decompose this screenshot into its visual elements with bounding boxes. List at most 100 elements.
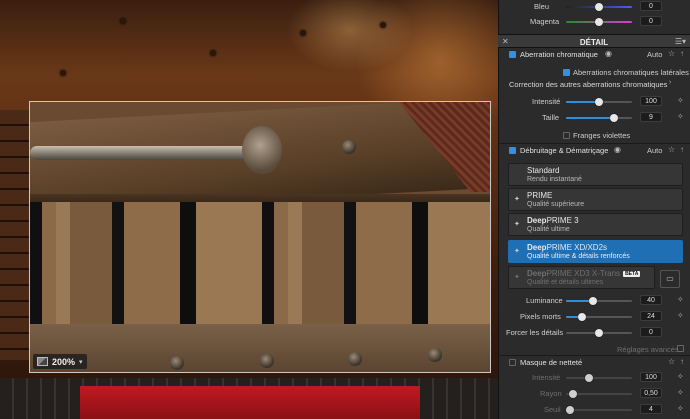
slider-knob[interactable]: [589, 297, 597, 305]
sparkle-icon: ✦: [514, 196, 520, 203]
star-icon[interactable]: ☆: [668, 357, 675, 366]
advanced-settings-label[interactable]: Réglages avancés: [617, 345, 679, 354]
magic-wand-icon[interactable]: ✧: [677, 311, 684, 320]
rivet: [60, 70, 66, 76]
denoise-option-prime[interactable]: ✦ PRIME Qualité supérieure: [508, 188, 683, 211]
reset-icon[interactable]: ↑: [680, 49, 684, 58]
slider-magenta[interactable]: [566, 18, 632, 26]
chevron-right-icon[interactable]: ›: [669, 79, 671, 86]
denoise-option-deepprime-xd[interactable]: ✦ DeepPRIME XD/XD2s Qualité ultime & dét…: [508, 240, 683, 263]
bottom-beam: [30, 324, 490, 372]
slider-knob[interactable]: [595, 18, 603, 26]
sparkle-icon: ✦: [514, 274, 520, 281]
chromatic-intensity-slider[interactable]: [566, 98, 632, 106]
chevron-down-icon[interactable]: ▾: [79, 358, 83, 366]
sharpness-threshold-value[interactable]: 4: [640, 404, 662, 414]
slider-label-bleu: Bleu: [534, 2, 550, 11]
background-bricks: [0, 110, 30, 360]
option-sub: Qualité supérieure: [527, 201, 585, 208]
sharpness-radius-value[interactable]: 0,50: [640, 388, 662, 398]
other-aberrations-label: Correction des autres aberrations chroma…: [509, 80, 668, 89]
slider-knob[interactable]: [566, 406, 574, 414]
chromatic-size-value[interactable]: 9: [640, 112, 662, 122]
bolt: [170, 356, 184, 370]
chromatic-intensity-value[interactable]: 100: [640, 96, 662, 106]
chromatic-title: Aberration chromatique: [520, 50, 598, 59]
luminance-slider[interactable]: [566, 297, 632, 305]
star-icon[interactable]: ☆: [668, 49, 675, 58]
magic-wand-icon[interactable]: ✧: [677, 404, 684, 413]
purple-fringe-checkbox[interactable]: [563, 132, 570, 139]
slider-knob[interactable]: [595, 329, 603, 337]
option-name: DeepPRIME XD3 X-Trans BETA: [527, 269, 641, 278]
force-details-label: Forcer les détails: [506, 328, 564, 337]
dead-pixels-slider[interactable]: [566, 313, 632, 321]
panel-title: DÉTAIL: [579, 38, 609, 47]
magic-wand-icon[interactable]: ✧: [677, 372, 684, 381]
chromatic-size-slider[interactable]: [566, 114, 632, 122]
sharpness-threshold-slider[interactable]: [566, 406, 632, 414]
lateral-label: Aberrations chromatiques latérales: [573, 68, 689, 77]
option-name: DeepPRIME XD/XD2s: [527, 243, 608, 252]
bolt: [260, 354, 274, 368]
luminance-label: Luminance: [526, 296, 563, 305]
divider: [498, 143, 690, 144]
slider-knob[interactable]: [610, 114, 618, 122]
zoom-control[interactable]: 200% ▾: [33, 354, 87, 369]
sparkle-icon: ✦: [514, 221, 520, 228]
chromatic-enable-checkbox[interactable]: [509, 51, 516, 58]
sharpness-radius-label: Rayon: [540, 389, 562, 398]
dead-pixels-value[interactable]: 24: [640, 311, 662, 321]
eye-icon[interactable]: ◉: [605, 49, 612, 58]
value-bleu[interactable]: 0: [640, 1, 662, 11]
slider-knob[interactable]: [595, 98, 603, 106]
denoise-option-deepprime3[interactable]: ✦ DeepPRIME 3 Qualité ultime: [508, 213, 683, 236]
navigator-icon[interactable]: [37, 357, 48, 366]
chromatic-auto[interactable]: Auto: [647, 50, 662, 59]
slider-knob[interactable]: [578, 313, 586, 321]
reset-icon[interactable]: ↑: [680, 145, 684, 154]
purple-fringe-label: Franges violettes: [573, 131, 631, 140]
sharpness-enable-checkbox[interactable]: [509, 359, 516, 366]
denoise-enable-checkbox[interactable]: [509, 147, 516, 154]
bolt: [342, 140, 356, 154]
force-details-value[interactable]: 0: [640, 327, 662, 337]
advanced-settings-checkbox[interactable]: [677, 345, 684, 352]
option-sub: Qualité et détails ultimes: [527, 279, 604, 286]
zoom-level: 200%: [52, 356, 76, 367]
denoise-auto[interactable]: Auto: [647, 146, 662, 155]
force-details-slider[interactable]: [566, 329, 632, 337]
luminance-value[interactable]: 40: [640, 295, 662, 305]
sharpness-intensity-slider[interactable]: [566, 374, 632, 382]
denoise-title: Débruitage & Dématriçage: [520, 146, 609, 155]
eye-icon[interactable]: ◉: [614, 145, 621, 154]
sharpness-radius-slider[interactable]: [566, 390, 632, 398]
rivet: [210, 50, 216, 56]
magic-wand-icon[interactable]: ✧: [677, 96, 684, 105]
magic-wand-icon[interactable]: ✧: [677, 295, 684, 304]
option-sub: Qualité ultime: [527, 226, 570, 233]
photo-viewer[interactable]: 200% ▾: [0, 0, 498, 419]
magic-wand-icon[interactable]: ✧: [677, 388, 684, 397]
star-icon[interactable]: ☆: [668, 145, 675, 154]
zoomed-loupe[interactable]: 200% ▾: [29, 101, 491, 373]
lateral-checkbox[interactable]: [563, 69, 570, 76]
sharpness-intensity-value[interactable]: 100: [640, 372, 662, 382]
slider-knob[interactable]: [585, 374, 593, 382]
beta-badge: BETA: [623, 271, 641, 277]
chat-icon[interactable]: ▭: [660, 270, 680, 288]
denoise-option-deepprime-xd3[interactable]: ✦ DeepPRIME XD3 X-Trans BETA Qualité et d…: [508, 266, 655, 289]
divider: [498, 355, 690, 356]
slider-knob[interactable]: [595, 3, 603, 11]
value-magenta[interactable]: 0: [640, 16, 662, 26]
menu-icon[interactable]: ☰▾: [675, 37, 686, 46]
slider-bleu[interactable]: [566, 3, 632, 11]
chromatic-size-label: Taille: [542, 113, 560, 122]
slider-knob[interactable]: [569, 390, 577, 398]
sparkle-icon: ✦: [514, 248, 520, 255]
denoise-option-standard[interactable]: Standard Rendu instantané: [508, 163, 683, 186]
rivet: [380, 22, 386, 28]
magic-wand-icon[interactable]: ✧: [677, 112, 684, 121]
reset-icon[interactable]: ↑: [680, 357, 684, 366]
panel-header: ✕ DÉTAIL ☰▾: [498, 34, 690, 48]
